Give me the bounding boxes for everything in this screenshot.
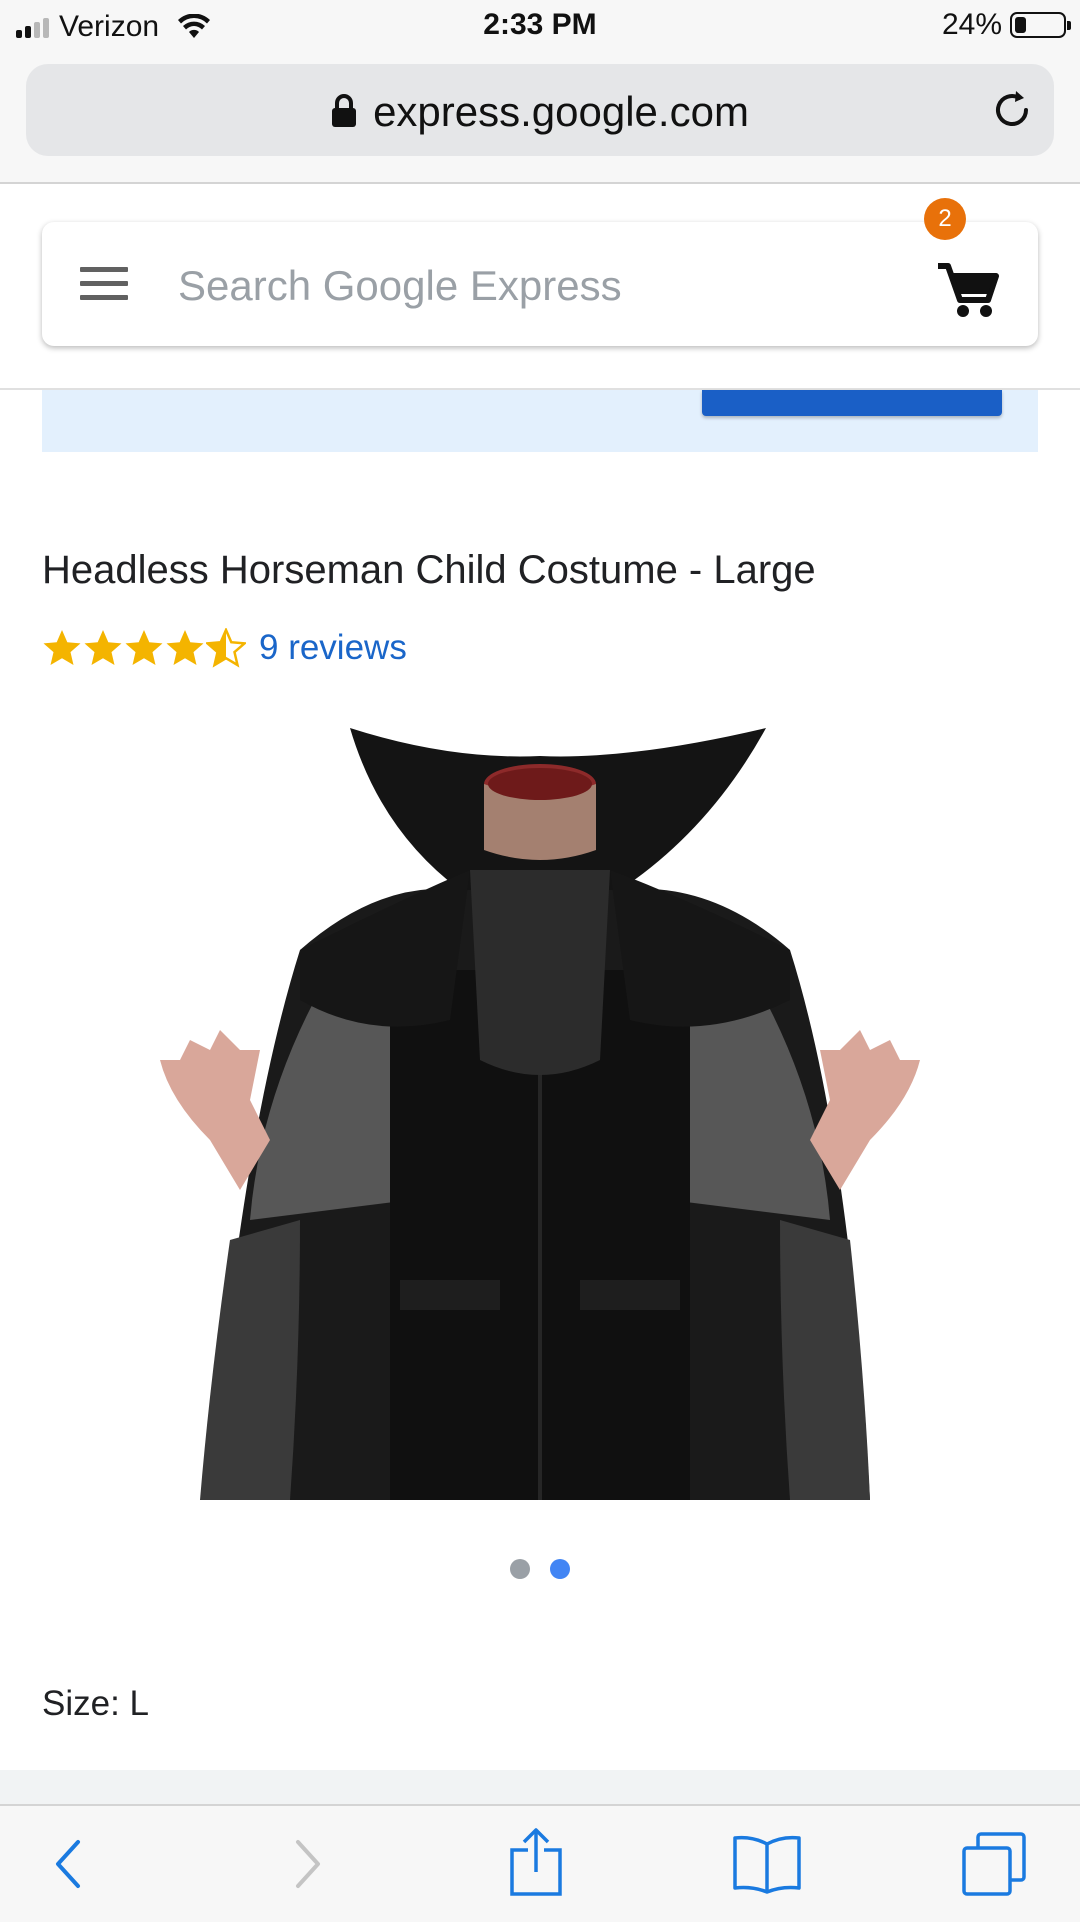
bookmarks-icon[interactable] (732, 1834, 802, 1894)
browser-chrome: express.google.com (0, 56, 1080, 184)
shopping-cart-icon[interactable] (936, 250, 1000, 320)
section-divider (0, 1770, 1080, 1804)
star-full-icon (43, 630, 81, 665)
banner-button[interactable] (702, 390, 1002, 416)
reviews-link[interactable]: 9 reviews (259, 628, 407, 668)
lock-icon (332, 93, 357, 127)
url-text: express.google.com (373, 88, 749, 135)
search-input[interactable]: Search Google Express (178, 262, 622, 310)
star-full-icon (166, 630, 204, 665)
size-label: Size: L (42, 1684, 149, 1723)
back-icon[interactable] (50, 1836, 86, 1892)
cart-count-badge[interactable]: 2 (924, 198, 966, 240)
clock: 2:33 PM (483, 8, 597, 41)
carousel-dot[interactable] (550, 1559, 570, 1579)
forward-icon[interactable] (290, 1836, 326, 1892)
star-full-icon (125, 630, 163, 665)
site-header: Search Google Express 2 (0, 184, 1080, 390)
star-full-icon (84, 630, 122, 665)
share-icon[interactable] (508, 1826, 564, 1898)
star-rating (42, 628, 247, 668)
browser-toolbar (0, 1804, 1080, 1922)
image-carousel-indicator (0, 1559, 1080, 1579)
promo-banner (42, 390, 1038, 452)
product-rating: 9 reviews (42, 628, 407, 668)
battery-percent: 24% (941, 8, 1002, 41)
carousel-dot[interactable] (510, 1559, 530, 1579)
star-half-icon (206, 628, 246, 668)
product-image[interactable] (150, 720, 930, 1500)
battery-icon (1010, 12, 1071, 38)
status-bar: Verizon 2:33 PM 24% (0, 0, 1080, 56)
reload-icon[interactable] (990, 88, 1034, 132)
search-bar[interactable]: Search Google Express (42, 222, 1038, 346)
tabs-icon[interactable] (960, 1830, 1028, 1898)
address-bar[interactable]: express.google.com (26, 64, 1054, 156)
product-title: Headless Horseman Child Costume - Large (42, 548, 816, 592)
hamburger-menu-icon[interactable] (80, 267, 128, 300)
